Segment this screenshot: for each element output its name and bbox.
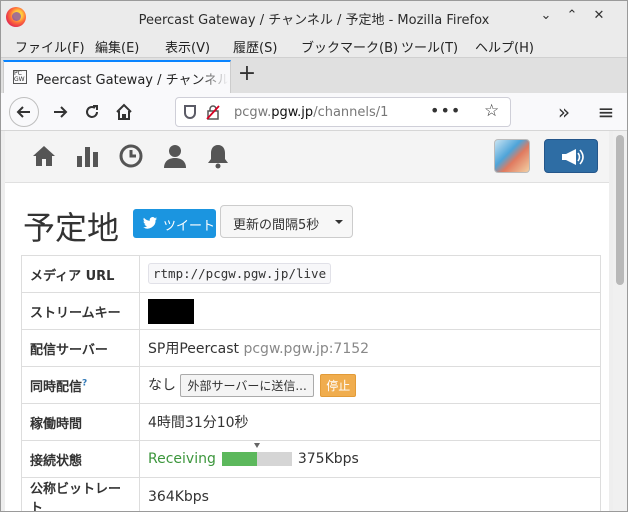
user-icon[interactable]: [162, 143, 188, 169]
table-row: 配信サーバー SP用Peercast pcgw.pgw.jp:7152: [21, 329, 601, 367]
forward-button[interactable]: [45, 97, 75, 127]
menu-bar: ファイル(F) 編集(E) 表示(V) 履歴(S) ブックマーク(B) ツール(…: [1, 33, 627, 57]
interval-label: 更新の間隔5秒: [233, 218, 320, 233]
uptime-value: 4時間31分10秒: [139, 403, 601, 441]
channel-info-table: メディア URL rtmp://pcgw.pgw.jp/live ストリームキー…: [21, 255, 601, 511]
nominal-bitrate-key: 公称ビットレート: [21, 477, 140, 511]
table-row: 稼働時間 4時間31分10秒: [21, 403, 601, 441]
twitter-bird-icon: [143, 217, 157, 229]
megaphone-icon: [562, 149, 584, 165]
simulcast-value: なし: [148, 377, 176, 393]
nav-bar: pcgw.pgw.jp/channels/1 ••• ☆ » ≡: [1, 93, 627, 131]
media-url-value[interactable]: rtmp://pcgw.pgw.jp/live: [148, 263, 332, 284]
close-button[interactable]: ✕: [590, 7, 608, 25]
url-domain-prefix: pcgw.: [234, 105, 272, 120]
simulcast-cell: なし 外部サーバーに送信... 停止: [139, 366, 601, 404]
media-url-cell: rtmp://pcgw.pgw.jp/live: [139, 255, 601, 293]
server-host: pcgw.pgw.jp:7152: [243, 341, 370, 357]
uptime-key: 稼働時間: [21, 403, 140, 441]
tracking-shield-icon[interactable]: [184, 105, 196, 119]
minimize-button[interactable]: ⌄: [537, 7, 555, 25]
server-value: SP用Peercast: [148, 341, 240, 357]
site-navbar: [5, 131, 609, 183]
menu-bookmarks[interactable]: ブックマーク(B): [301, 37, 398, 56]
maximize-button[interactable]: ⌃: [563, 7, 581, 25]
page-viewport: 予定地 ツイート 更新の間隔5秒 メディア URL rtmp://pcgw.pg…: [1, 131, 613, 511]
media-url-key: メディア URL: [21, 255, 140, 293]
caret-down-icon: [335, 220, 343, 224]
new-tab-button[interactable]: +: [235, 61, 259, 87]
page-title: 予定地: [23, 209, 120, 247]
nominal-bitrate-value: 364Kbps: [139, 477, 601, 511]
url-domain: pgw.jp: [271, 105, 314, 120]
back-button[interactable]: [9, 97, 39, 127]
arrow-right-icon: [54, 106, 68, 118]
home-nav-icon[interactable]: [31, 143, 57, 169]
scrollbar-thumb[interactable]: [616, 135, 624, 285]
tab-active[interactable]: PC GW Peercast Gateway / チャンネル / 予定地: [3, 60, 231, 94]
table-row: 公称ビットレート 364Kbps: [21, 477, 601, 511]
stream-key-cell: [139, 292, 601, 330]
tab-strip: PC GW Peercast Gateway / チャンネル / 予定地 +: [1, 57, 627, 94]
simulcast-key-cell: 同時配信?: [21, 366, 140, 404]
menu-view[interactable]: 表示(V): [165, 37, 210, 56]
address-bar[interactable]: pcgw.pgw.jp/channels/1 ••• ☆: [175, 97, 511, 127]
menu-help[interactable]: ヘルプ(H): [475, 37, 534, 56]
menu-tools[interactable]: ツール(T): [401, 37, 458, 56]
bar-marker-icon: [253, 443, 260, 448]
page-scrollbar[interactable]: [613, 131, 627, 511]
stream-key-key: ストリームキー: [21, 292, 140, 330]
tweet-button[interactable]: ツイート: [133, 209, 216, 238]
arrow-left-icon: [16, 106, 30, 118]
simulcast-key: 同時配信: [30, 379, 83, 395]
stats-icon[interactable]: [75, 143, 101, 169]
connection-level-fill: [221, 452, 257, 466]
reload-icon: [86, 105, 98, 118]
connection-key: 接続状態: [21, 440, 140, 478]
avatar[interactable]: [494, 139, 530, 173]
overflow-menu-button[interactable]: »: [549, 97, 579, 127]
page-actions-button[interactable]: •••: [430, 101, 461, 120]
server-key: 配信サーバー: [21, 329, 140, 367]
send-external-server-button[interactable]: 外部サーバーに送信...: [180, 373, 314, 397]
menu-history[interactable]: 履歴(S): [233, 37, 277, 56]
redacted-stream-key: [148, 298, 194, 324]
history-clock-icon[interactable]: [118, 143, 144, 169]
table-row: ストリームキー: [21, 292, 601, 330]
stop-button[interactable]: 停止: [320, 373, 357, 397]
title-bar: Peercast Gateway / チャンネル / 予定地 - Mozilla…: [1, 1, 627, 33]
table-row: 接続状態 Receiving 375Kbps: [21, 440, 601, 478]
broadcast-button[interactable]: [544, 139, 598, 173]
menu-edit[interactable]: 編集(E): [95, 37, 139, 56]
help-icon[interactable]: ?: [82, 378, 87, 388]
url-path: /channels/1: [313, 105, 389, 120]
url-text[interactable]: pcgw.pgw.jp/channels/1: [234, 105, 416, 120]
pcgw-favicon-icon: PC GW: [13, 70, 27, 84]
tweet-label: ツイート: [163, 219, 216, 234]
tab-title: Peercast Gateway / チャンネル / 予定地: [36, 73, 228, 88]
hamburger-menu-button[interactable]: ≡: [591, 97, 621, 127]
refresh-interval-dropdown[interactable]: 更新の間隔5秒: [220, 205, 353, 238]
menu-file[interactable]: ファイル(F): [15, 37, 85, 56]
connection-bitrate: 375Kbps: [297, 451, 359, 467]
window-title: Peercast Gateway / チャンネル / 予定地 - Mozilla…: [138, 13, 490, 28]
connection-level-bar: [221, 443, 292, 466]
connection-cell: Receiving 375Kbps: [139, 440, 601, 478]
notification-bell-icon[interactable]: [205, 143, 231, 169]
reload-button[interactable]: [77, 97, 107, 127]
insecure-lock-icon[interactable]: [206, 104, 220, 120]
home-button[interactable]: [109, 97, 139, 127]
table-row: 同時配信? なし 外部サーバーに送信... 停止: [21, 366, 601, 404]
home-icon: [116, 103, 132, 120]
connection-status: Receiving: [148, 451, 216, 467]
browser-window: Peercast Gateway / チャンネル / 予定地 - Mozilla…: [0, 0, 628, 512]
server-cell: SP用Peercast pcgw.pgw.jp:7152: [139, 329, 601, 367]
channel-panel: 予定地 ツイート 更新の間隔5秒 メディア URL rtmp://pcgw.pg…: [5, 183, 609, 511]
bookmark-star-icon[interactable]: ☆: [484, 101, 499, 121]
table-row: メディア URL rtmp://pcgw.pgw.jp/live: [21, 255, 601, 293]
